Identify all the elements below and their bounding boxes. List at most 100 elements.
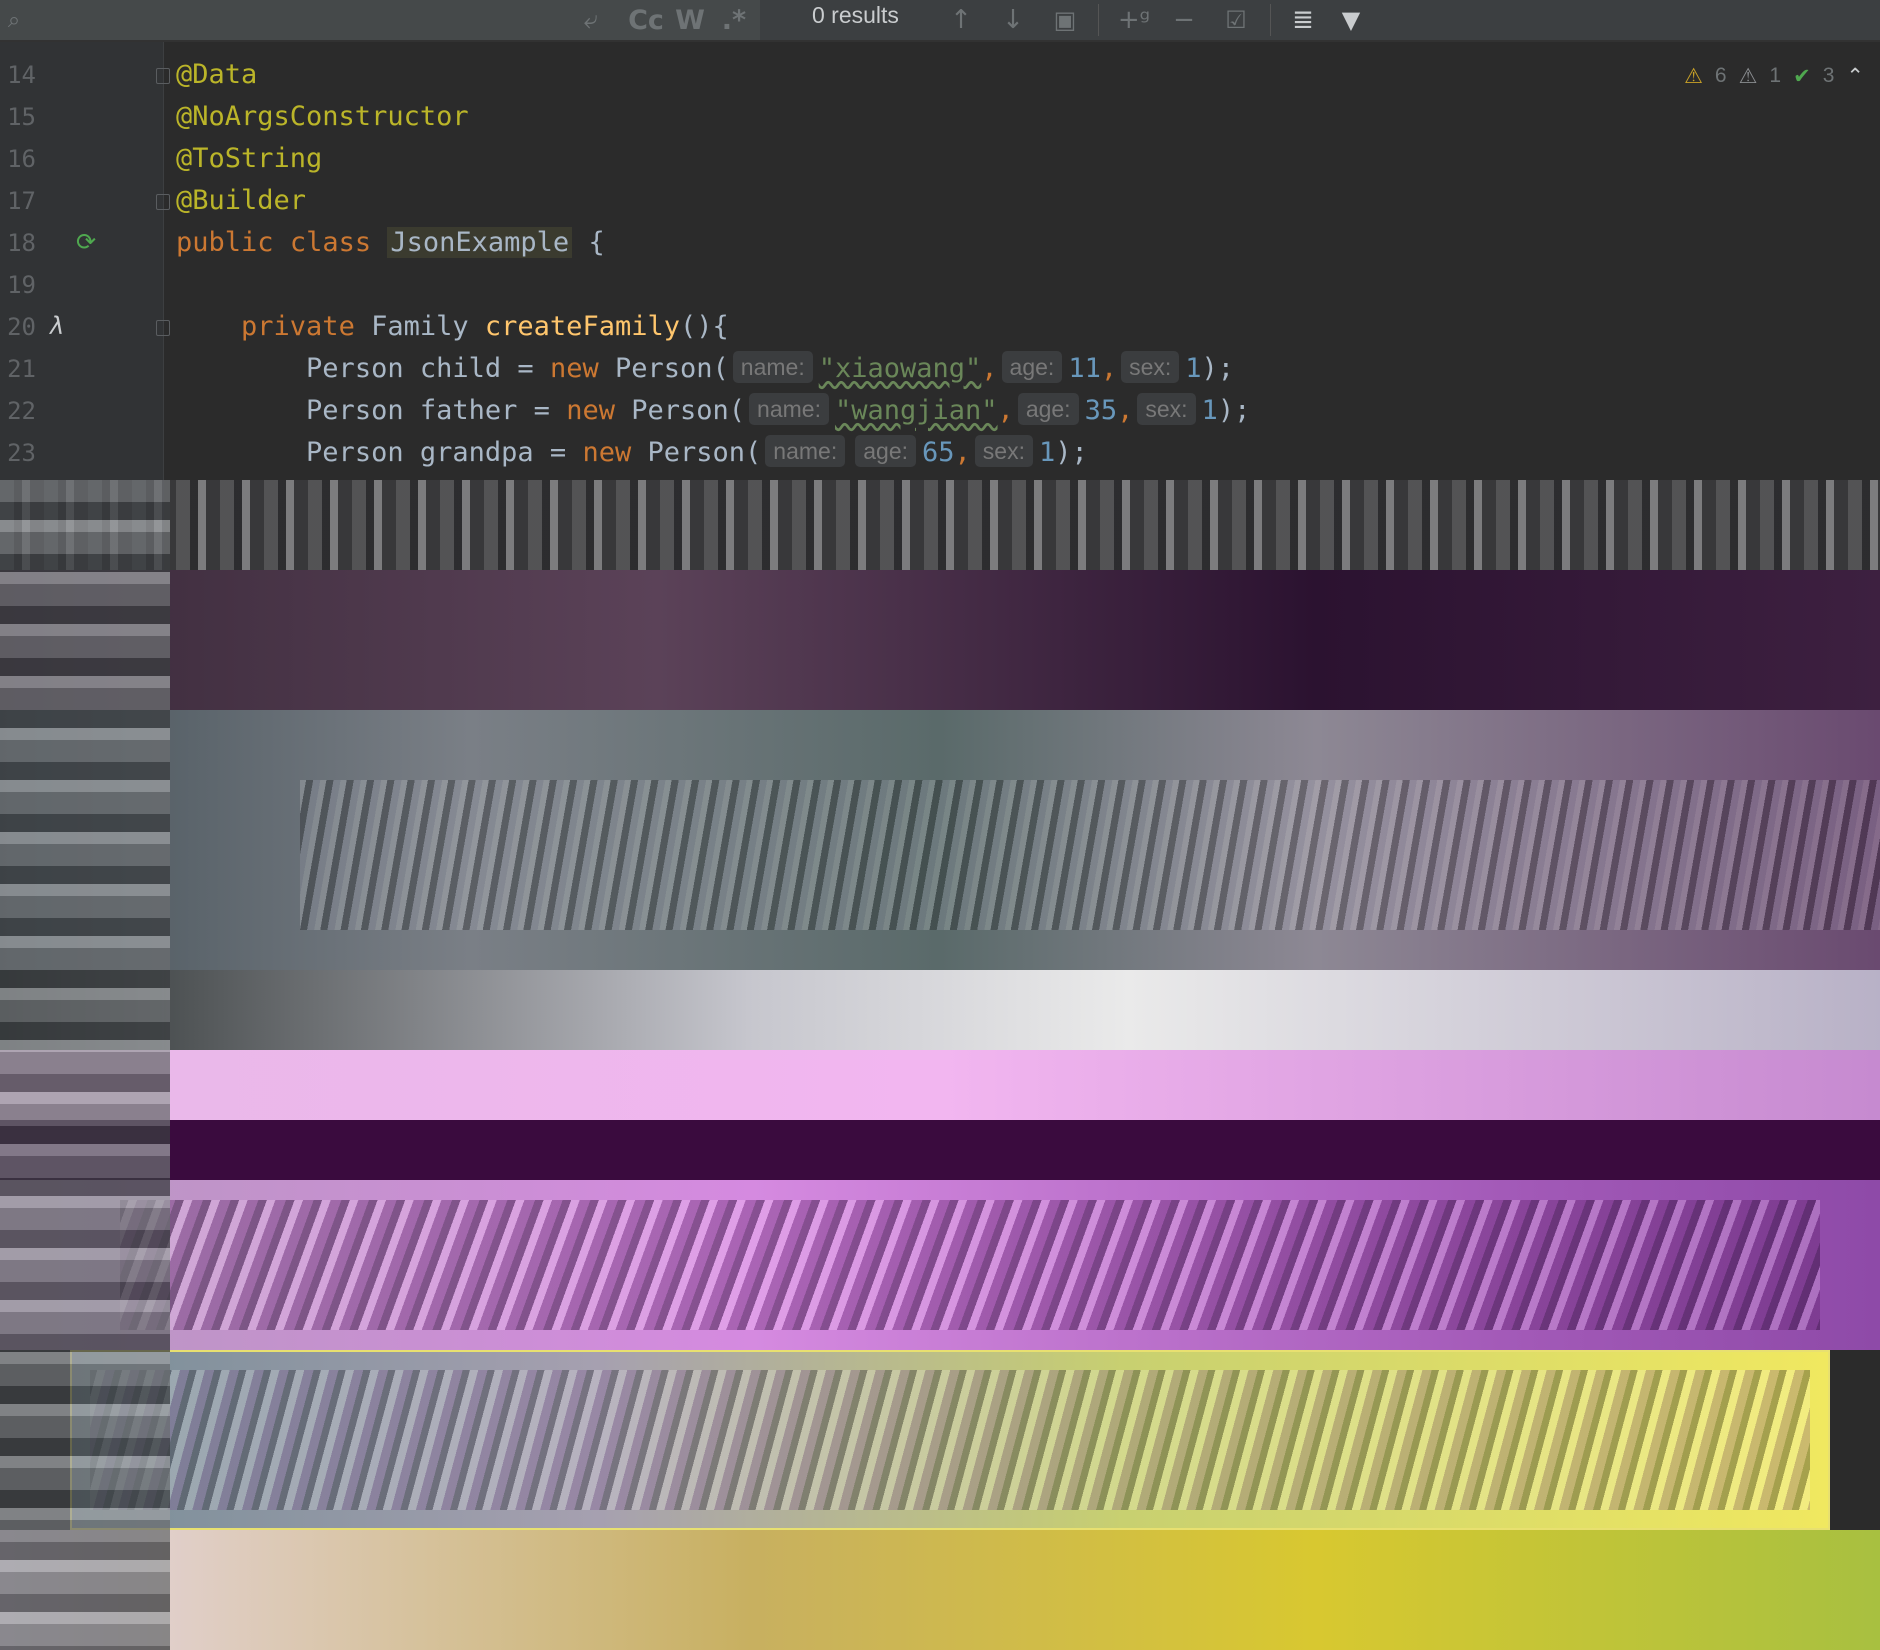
- remove-selection-icon[interactable]: −: [1166, 0, 1202, 40]
- number-literal: 1: [1185, 353, 1202, 384]
- results-count: 0 results: [812, 2, 899, 28]
- number-literal: 1: [1038, 437, 1056, 468]
- annotation: @Data: [176, 59, 258, 90]
- code-line: 18 ⟳ public class JsonExample {: [0, 222, 1880, 264]
- select-all-icon[interactable]: ▣: [1050, 0, 1080, 40]
- constructor-call: Person(: [614, 353, 729, 384]
- keyword: private: [241, 311, 355, 342]
- line-number: 16: [7, 145, 36, 173]
- code-line: 15 @NoArgsConstructor: [0, 96, 1880, 138]
- lambda-icon[interactable]: λ: [50, 312, 64, 340]
- param-hint: name:: [765, 435, 846, 467]
- param-hint: age:: [1001, 351, 1063, 383]
- search-field[interactable]: ⌕ ⤶ Cc W .*: [0, 0, 760, 40]
- regex-toggle[interactable]: .*: [716, 0, 752, 40]
- type-name: Person: [306, 353, 404, 384]
- match-case-toggle[interactable]: Cc: [626, 0, 666, 40]
- filter-icon[interactable]: ▼: [1334, 0, 1368, 40]
- number-literal: 11: [1068, 353, 1101, 384]
- brace: {: [588, 227, 605, 258]
- arrow-down-icon[interactable]: ↓: [998, 0, 1028, 40]
- filter-options-icon[interactable]: ≣: [1286, 0, 1320, 40]
- glitch-band: [0, 1050, 1880, 1120]
- string-literal: "wangjian": [834, 395, 998, 426]
- toolbar-divider: [1098, 4, 1099, 36]
- param-hint: age:: [1017, 393, 1079, 425]
- line-number: 20: [7, 313, 36, 341]
- run-icon[interactable]: ⟳: [76, 228, 96, 256]
- code-line: 23 Person grandpa = new Person(name: age:…: [0, 432, 1880, 474]
- find-toolbar: ⌕ ⤶ Cc W .* 0 results ↑ ↓ ▣ +ᵍ − ☑ ≣ ▼: [0, 0, 1880, 42]
- glitch-gutter: [0, 480, 170, 1650]
- number-literal: 65: [922, 437, 955, 468]
- glitch-band: [0, 1120, 1880, 1180]
- constructor-call: Person(: [631, 395, 746, 426]
- param-hint: sex:: [974, 435, 1033, 467]
- number-literal: 35: [1084, 395, 1118, 426]
- glitch-band: [0, 970, 1880, 1050]
- annotation: @NoArgsConstructor: [176, 101, 469, 132]
- annotation: @ToString: [176, 143, 323, 174]
- annotation: @Builder: [176, 185, 307, 216]
- add-selection-icon[interactable]: +ᵍ: [1116, 0, 1152, 40]
- code-line: 22 Person father = new Person(name: "wang…: [0, 390, 1880, 432]
- keyword: class: [289, 227, 372, 258]
- punctuation: ,: [1100, 353, 1118, 384]
- line-number: 14: [7, 61, 36, 89]
- keyword: new: [549, 353, 599, 384]
- line-number: 19: [7, 271, 36, 299]
- punctuation: );: [1217, 395, 1251, 426]
- type-name: Family: [371, 311, 469, 342]
- param-hint: name:: [732, 351, 813, 383]
- line-number: 22: [7, 397, 36, 425]
- param-hint: age:: [855, 435, 916, 467]
- words-toggle[interactable]: W: [672, 0, 708, 40]
- glitch-band: [0, 1530, 1880, 1650]
- number-literal: 1: [1201, 395, 1218, 426]
- method-name: createFamily: [484, 311, 680, 342]
- line-number: 17: [7, 187, 36, 215]
- glitch-band: [0, 480, 1880, 570]
- code-line: 14 @Data: [0, 54, 1880, 96]
- variable: father: [419, 395, 518, 426]
- param-hint: sex:: [1137, 393, 1196, 425]
- punctuation: ,: [954, 437, 971, 468]
- punctuation: ,: [997, 395, 1014, 426]
- punctuation: );: [1055, 437, 1088, 468]
- line-number: 23: [7, 439, 36, 467]
- fold-marker[interactable]: [156, 68, 170, 84]
- glitch-noise: [120, 1200, 1820, 1330]
- constructor-call: Person(: [647, 437, 762, 468]
- class-name: JsonExample: [387, 227, 573, 258]
- keyword: new: [582, 437, 632, 468]
- glitch-noise: [300, 780, 1880, 930]
- code-line: 19: [0, 264, 1880, 306]
- line-number: 21: [7, 355, 36, 383]
- code-line: 20 λ private Family createFamily(){: [0, 306, 1880, 348]
- punctuation: ,: [981, 353, 998, 384]
- type-name: Person: [306, 437, 404, 468]
- param-hint: sex:: [1121, 351, 1180, 383]
- keyword: public: [176, 227, 274, 258]
- param-hint: name:: [749, 393, 829, 425]
- fold-marker[interactable]: [156, 194, 170, 210]
- toolbar-divider: [1270, 4, 1271, 36]
- replace-icon[interactable]: ⤶: [574, 0, 608, 40]
- punctuation: (){: [679, 311, 729, 342]
- string-literal: "xiaowang": [818, 353, 982, 384]
- keyword: new: [566, 395, 615, 426]
- code-line: 21 Person child = new Person(name: "xiaow…: [0, 348, 1880, 390]
- search-icon[interactable]: ⌕: [0, 0, 28, 40]
- code-line: 17 @Builder: [0, 180, 1880, 222]
- punctuation: ,: [1117, 395, 1134, 426]
- arrow-up-icon[interactable]: ↑: [946, 0, 976, 40]
- toggle-selection-icon[interactable]: ☑: [1218, 0, 1254, 40]
- operator: =: [549, 437, 567, 468]
- line-number: 15: [7, 103, 36, 131]
- variable: grandpa: [419, 437, 534, 468]
- fold-marker[interactable]: [156, 320, 170, 336]
- operator: =: [533, 395, 550, 426]
- glitch-band: [0, 570, 1880, 710]
- operator: =: [517, 353, 534, 384]
- line-number: 18: [7, 229, 36, 257]
